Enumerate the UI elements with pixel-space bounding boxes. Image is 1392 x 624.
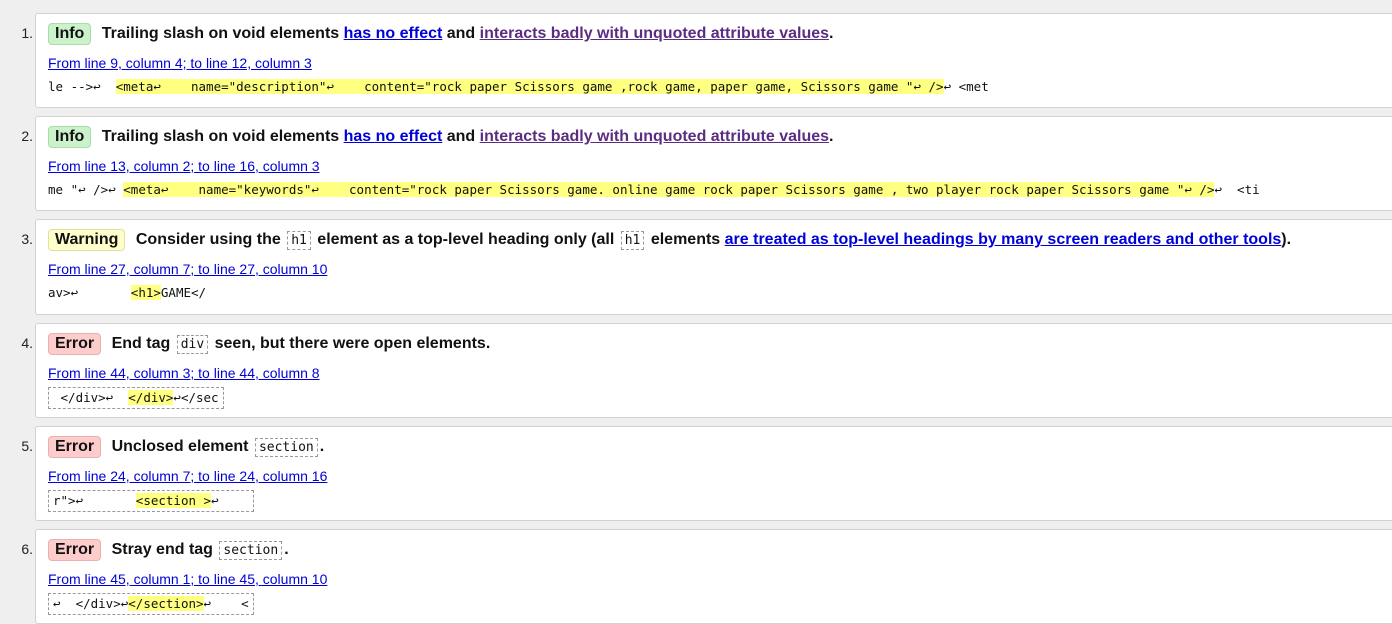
element-code: div: [176, 335, 209, 354]
extract-text: ↩: [211, 493, 249, 508]
source-extract: </div>↩ </div>↩</sec: [48, 387, 224, 409]
message: Error Unclosed element section.: [48, 435, 324, 460]
source-extract: le -->↩ <meta↩ name="description"↩ conte…: [48, 77, 989, 97]
source-extract: ↩ </div>↩</section>↩ <: [48, 593, 254, 615]
source-extract: av>↩ <h1>GAME</: [48, 283, 206, 303]
message-text: .: [319, 438, 325, 455]
message-text: seen, but there were open elements.: [210, 335, 491, 352]
item-number: 4.: [21, 335, 33, 351]
extract-highlight: <meta↩ name="description"↩ content="rock…: [115, 79, 944, 94]
extract-text: </div>↩: [53, 390, 129, 405]
result-item: 3. Warning Consider using the h1 element…: [21, 219, 1392, 315]
extract-text: ↩ <: [203, 596, 249, 611]
error-badge: Error: [48, 539, 102, 561]
location-link[interactable]: From line 24, column 7; to line 24, colu…: [48, 468, 327, 484]
item-number: 2.: [21, 128, 33, 144]
extract-highlight: <section >: [135, 493, 212, 508]
message-text: elements: [646, 231, 725, 248]
element-code: h1: [287, 231, 311, 250]
validation-results-list: 1. Info Trailing slash on void elements …: [0, 0, 1392, 624]
element-code: section: [219, 541, 283, 560]
message-text: element as a top-level heading only (all: [312, 231, 619, 248]
extract-text: ↩ <ti: [1214, 182, 1260, 197]
message-text: Trailing slash on void elements: [101, 25, 344, 42]
message: Warning Consider using the h1 element as…: [48, 228, 1291, 253]
item-number: 5.: [21, 438, 33, 454]
message-text: Stray end tag: [111, 541, 218, 558]
message: Info Trailing slash on void elements has…: [48, 125, 834, 149]
extract-highlight: <meta↩ name="keywords"↩ content="rock pa…: [123, 182, 1215, 197]
unquoted-attributes-link[interactable]: interacts badly with unquoted attribute …: [480, 128, 829, 145]
location-link[interactable]: From line 44, column 3; to line 44, colu…: [48, 365, 320, 381]
message-text: and: [442, 128, 480, 145]
extract-text: ↩</sec: [173, 390, 219, 405]
result-item: 6. Error Stray end tag section. From lin…: [21, 529, 1392, 624]
result-item: 4. Error End tag div seen, but there wer…: [21, 323, 1392, 418]
result-item: 2. Info Trailing slash on void elements …: [21, 116, 1392, 211]
message-text: .: [829, 128, 834, 145]
location-link[interactable]: From line 27, column 7; to line 27, colu…: [48, 261, 327, 277]
location-link[interactable]: From line 13, column 2; to line 16, colu…: [48, 158, 320, 174]
extract-highlight: </section>: [128, 596, 204, 611]
extract-text: ↩ </div>↩: [53, 596, 129, 611]
error-badge: Error: [48, 436, 102, 458]
source-extract: r">↩ <section >↩: [48, 490, 254, 512]
element-code: section: [254, 438, 318, 457]
message-text: ).: [1281, 231, 1292, 248]
extract-text: GAME</: [160, 285, 207, 300]
extract-text: le -->↩: [48, 79, 116, 94]
item-number: 6.: [21, 541, 33, 557]
message-text: .: [284, 541, 289, 558]
message: Info Trailing slash on void elements has…: [48, 22, 834, 46]
location-link[interactable]: From line 45, column 1; to line 45, colu…: [48, 571, 327, 587]
source-extract: me "↩ />↩ <meta↩ name="keywords"↩ conten…: [48, 180, 1260, 200]
message-text: and: [442, 25, 480, 42]
message-text: Trailing slash on void elements: [101, 128, 344, 145]
has-no-effect-link[interactable]: has no effect: [344, 128, 443, 145]
item-number: 3.: [21, 231, 33, 247]
message-text: Consider using the: [135, 231, 286, 248]
info-badge: Info: [48, 126, 92, 148]
extract-text: av>↩: [48, 285, 131, 300]
extract-text: r">↩: [53, 493, 136, 508]
error-badge: Error: [48, 333, 102, 355]
extract-text: me "↩ />↩: [48, 182, 124, 197]
message-text: End tag: [111, 335, 175, 352]
has-no-effect-link[interactable]: has no effect: [344, 25, 443, 42]
unquoted-attributes-link[interactable]: interacts badly with unquoted attribute …: [480, 25, 829, 42]
message: Error Stray end tag section.: [48, 538, 289, 563]
result-item: 5. Error Unclosed element section. From …: [21, 426, 1392, 521]
location-link[interactable]: From line 9, column 4; to line 12, colum…: [48, 55, 312, 71]
screen-readers-link[interactable]: are treated as top-level headings by man…: [725, 231, 1282, 248]
message-text: .: [829, 25, 834, 42]
extract-highlight: <h1>: [130, 285, 161, 300]
element-code: h1: [620, 231, 645, 250]
extract-text: ↩ <met: [943, 79, 989, 94]
message-text: Unclosed element: [111, 438, 253, 455]
item-number: 1.: [21, 25, 33, 41]
info-badge: Info: [48, 23, 92, 45]
warning-badge: Warning: [48, 229, 126, 251]
extract-highlight: </div>: [128, 390, 174, 405]
message: Error End tag div seen, but there were o…: [48, 332, 490, 357]
result-item: 1. Info Trailing slash on void elements …: [21, 13, 1392, 108]
